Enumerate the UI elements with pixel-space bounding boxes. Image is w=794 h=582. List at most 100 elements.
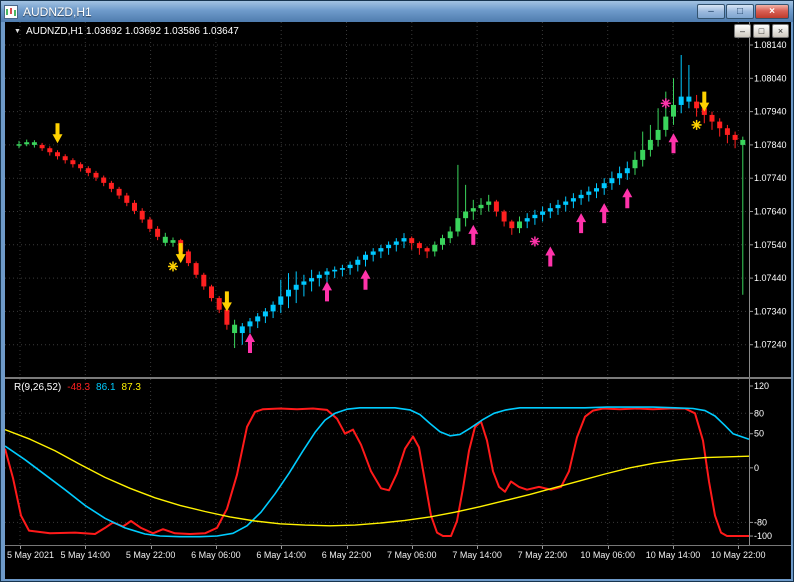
time-axis[interactable]: 5 May 2021 5 May 14:00 5 May 22:00 6 May 06… [5,545,791,568]
candle-body [678,96,684,105]
chart-ohlc-label: ▼ AUDNZD,H1 1.03692 1.03692 1.03586 1.03… [14,26,239,37]
candle-body [309,278,315,282]
candle-body [609,178,615,184]
candle-body [316,274,322,279]
candle-body [532,214,538,219]
candle-body [47,148,53,153]
candle-body [555,204,561,209]
time-axis-tick [281,546,283,549]
candle-body [278,296,284,305]
candle-body [671,104,676,117]
chart-client-area: 1.08140 1.08040 1.07940 1.07840 1.07740 1.076… [5,22,791,579]
candle-body [655,129,661,140]
indicator-line-aqua [5,406,750,538]
candle-body [524,218,530,222]
candle-body [216,298,222,310]
time-axis-tick [477,546,479,549]
candle-body [424,248,430,252]
close-button[interactable]: × [755,4,789,19]
candle-body [663,116,669,130]
candle-body [124,195,130,203]
signal-arrow-up-magenta [545,246,556,267]
time-axis-label: 6 May 22:00 [321,550,372,560]
candle-body [185,251,191,264]
price-axis-label: 1.07840 [754,140,787,150]
candle-body [455,218,461,232]
candle-body [239,326,245,334]
time-axis-label: 10 May 06:00 [580,550,635,560]
window-title: AUDNZD,H1 [23,4,92,19]
mdi-minimize-button[interactable]: – [734,24,751,38]
minimize-button[interactable]: – [697,4,725,19]
candle-body [470,208,476,212]
chart-icon [4,4,18,19]
candle-body [601,183,607,189]
candle-body [255,316,261,322]
window-titlebar[interactable]: AUDNZD,H1 – □ × [1,1,793,22]
candle-body [732,134,738,140]
indicator-axis-label: 0 [754,463,759,473]
signal-arrow-up-magenta [622,188,633,209]
price-axis-label: 1.07240 [754,340,787,350]
time-axis-label: 5 May 22:00 [125,550,176,560]
candle-body [62,156,68,161]
signal-arrow-down-yellow [52,123,63,144]
candle-body [647,139,653,150]
candle-body [224,309,230,325]
candle-body [139,210,145,220]
collapse-arrow-icon[interactable]: ▼ [14,28,21,35]
candle-body [416,243,422,249]
candle-body [440,238,445,245]
candle-body [432,244,438,252]
candle-body [209,286,214,299]
mdi-close-button[interactable]: × [772,24,789,38]
candle-body [355,259,361,265]
candle-body [509,221,515,229]
time-axis-label: 5 May 14:00 [60,550,111,560]
candle-body [547,208,553,212]
candle-body [132,202,137,211]
mt4-chart-window: AUDNZD,H1 – □ × 1.08140 1.08040 1.07940 1.0… [0,0,794,582]
candle-body [478,204,484,209]
candle-body [501,211,507,222]
maximize-button[interactable]: □ [726,4,754,19]
time-axis-label: 7 May 06:00 [387,550,437,560]
candle-body [101,177,107,183]
candle-body [247,321,253,327]
candle-body [594,188,599,192]
candle-body [270,304,276,312]
candle-body [55,152,60,157]
time-axis-tick [542,546,544,549]
signal-arrow-up-magenta [668,133,679,154]
time-axis-label: 6 May 14:00 [256,550,306,560]
indicator-panel[interactable]: 120 80 50 0 -80 -100 [5,379,791,545]
candle-body [624,168,630,174]
candle-body [339,268,345,270]
indicator-axis-label: 50 [754,429,764,439]
candle-body [694,101,700,109]
candle-body [409,238,415,244]
candle-body [686,96,692,102]
signal-star-yellow [168,261,178,272]
candle-body [116,188,122,196]
candle-body [332,269,338,272]
candle-body [493,201,499,212]
candle-body [262,311,268,317]
main-price-chart[interactable]: 1.08140 1.08040 1.07940 1.07840 1.07740 1.076… [5,22,791,377]
candle-body [540,211,546,215]
candle-body [640,149,646,160]
price-axis-label: 1.07440 [754,273,787,283]
candle-body [378,248,384,252]
candle-body [293,284,299,290]
time-axis-tick [150,546,152,549]
time-axis-tick [20,546,21,549]
candle-body [563,201,569,205]
candle-body [586,191,592,195]
symbol-ohlc-text: AUDNZD,H1 1.03692 1.03692 1.03586 1.0364… [25,26,239,37]
signal-arrow-down-yellow [699,91,710,112]
mdi-restore-button[interactable]: □ [753,24,770,38]
candle-body [78,164,84,169]
signal-arrow-up-magenta [245,333,255,354]
price-axis-label: 1.08140 [754,40,787,50]
candle-body [363,254,368,260]
